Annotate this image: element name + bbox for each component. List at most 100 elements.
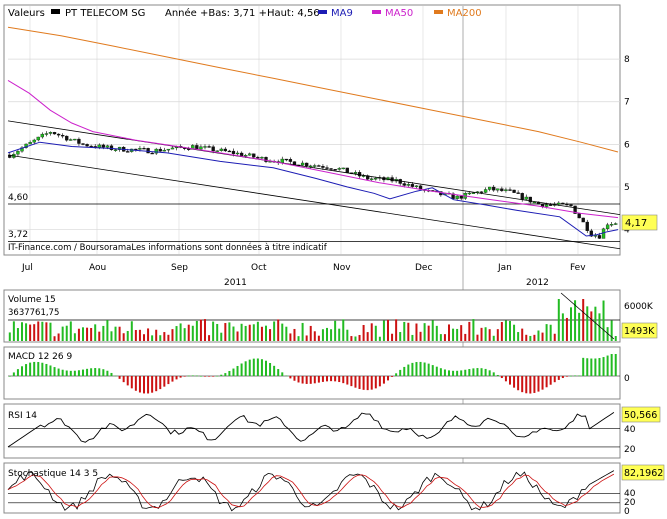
chart-root: 45678 Valeurs PT TELECOM SG Année +Bas: … — [0, 0, 667, 517]
volume-bar — [476, 334, 479, 341]
macd-bar — [521, 376, 524, 393]
volume-bar — [187, 324, 190, 341]
candle-body — [32, 139, 36, 143]
volume-bar — [37, 321, 40, 341]
macd-bar — [537, 376, 540, 392]
macd-bar — [138, 376, 141, 393]
stock-chart: 45678 Valeurs PT TELECOM SG Année +Bas: … — [3, 4, 665, 517]
macd-bar — [370, 376, 373, 390]
macd-bar — [504, 376, 507, 382]
candle-body — [288, 159, 293, 162]
volume-bar — [163, 332, 166, 341]
candle-body — [170, 147, 175, 150]
macd-title: MACD 12 26 9 — [8, 352, 72, 362]
macd-bar — [358, 376, 361, 389]
candle-body — [16, 151, 20, 155]
candle-body — [597, 235, 602, 239]
macd-bar — [415, 362, 418, 376]
volume-bar — [541, 332, 544, 341]
candle-body — [231, 150, 236, 154]
candle-body — [337, 168, 341, 170]
volume-bar — [557, 299, 560, 341]
macd-bar — [232, 368, 235, 376]
candle-body — [97, 144, 101, 148]
macd-bar — [212, 376, 215, 377]
candle-body — [345, 167, 349, 173]
macd-bar — [565, 376, 568, 377]
macd-bar — [216, 375, 219, 377]
macd-bar — [472, 368, 475, 376]
candle-body — [264, 156, 268, 162]
candle-body — [138, 147, 142, 150]
volume-bar — [134, 329, 137, 341]
macd-bar — [460, 370, 463, 376]
volume-bar — [565, 317, 568, 341]
volume-bar — [199, 319, 202, 341]
candle-body — [203, 146, 207, 148]
legend: MA9 MA50 MA200 — [318, 8, 482, 19]
candle-body — [105, 145, 110, 148]
volume-bar — [130, 321, 133, 341]
candle-body — [61, 134, 65, 137]
macd-bar — [236, 365, 239, 376]
candle-body — [414, 185, 419, 187]
macd-bar — [204, 376, 206, 377]
volume-bar — [240, 323, 243, 341]
volume-bar — [439, 334, 442, 341]
volume-bar — [342, 319, 345, 341]
macd-bar — [69, 370, 72, 376]
volume-bar — [403, 321, 406, 341]
volume-bar — [151, 335, 154, 341]
macd-bar — [309, 376, 312, 384]
candle-body — [544, 204, 549, 207]
candle-body — [28, 142, 32, 145]
macd-bar — [57, 368, 60, 376]
candle-body — [504, 189, 508, 192]
macd-bar — [199, 375, 202, 377]
macd-bar — [594, 358, 597, 376]
volume-bar — [395, 319, 398, 341]
candle-body — [109, 145, 114, 151]
volume-panel-frame — [3, 289, 621, 343]
volume-bar — [143, 334, 145, 341]
volume-bar — [443, 334, 446, 341]
macd-bar — [53, 367, 56, 376]
macd-bar — [183, 376, 186, 377]
macd-bar — [8, 376, 11, 377]
macd-bar — [557, 376, 560, 380]
candle-body — [65, 135, 69, 141]
candle-body — [496, 188, 500, 191]
candle-body — [56, 133, 61, 136]
volume-bar — [517, 332, 520, 341]
volume-bar — [570, 307, 572, 341]
volume-bar — [12, 321, 15, 341]
volume-bar — [464, 333, 467, 341]
volume-bar — [216, 323, 219, 341]
candle-body — [44, 133, 49, 135]
rsi-tick-20: 20 — [624, 445, 636, 455]
volume-bar — [248, 324, 251, 341]
macd-bar — [94, 368, 97, 376]
macd-bar — [411, 362, 414, 376]
volume-bar — [244, 325, 247, 341]
macd-bar — [285, 375, 288, 377]
volume-bar — [492, 335, 495, 341]
candle-body — [516, 192, 520, 194]
volume-bar — [33, 324, 36, 341]
level-label-high: 4,60 — [8, 193, 28, 203]
macd-bar — [73, 370, 76, 376]
macd-bar — [366, 376, 369, 391]
candle-body — [577, 213, 581, 219]
volume-bar — [179, 323, 182, 341]
candle-body — [532, 201, 537, 204]
candle-body — [500, 188, 504, 192]
volume-bar — [45, 322, 48, 341]
candle-body — [81, 143, 85, 145]
volume-bar — [435, 325, 438, 341]
month-label: Nov — [333, 263, 351, 273]
macd-bar — [614, 354, 617, 376]
macd-bar — [476, 368, 479, 376]
macd-bar — [574, 375, 577, 377]
candle-body — [154, 148, 158, 154]
volume-bar — [513, 324, 516, 341]
